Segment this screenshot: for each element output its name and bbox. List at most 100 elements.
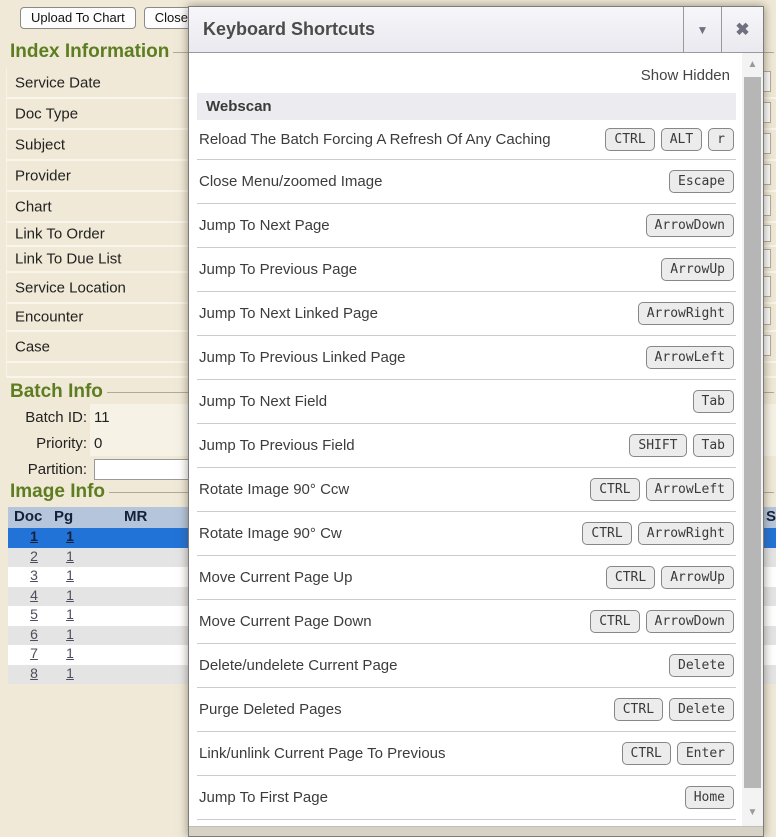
upload-to-chart-button[interactable]: Upload To Chart	[20, 7, 136, 29]
keyboard-shortcuts-dialog: Keyboard Shortcuts ▼ ✖ Show Hidden Websc…	[188, 6, 764, 837]
doc-link[interactable]: 6	[16, 626, 52, 642]
image-info-title: Image Info	[10, 481, 105, 503]
page-link[interactable]: 1	[52, 567, 88, 583]
key-badge: ArrowUp	[661, 566, 734, 589]
shortcut-keys: Home	[685, 786, 734, 809]
key-badge: Enter	[677, 742, 734, 765]
shortcut-label: Reload The Batch Forcing A Refresh Of An…	[199, 130, 551, 149]
shortcut-row: Move Current Page Up CTRL ArrowUp	[197, 556, 736, 600]
shortcut-row: Rotate Image 90° Cw CTRL ArrowRight	[197, 512, 736, 556]
shortcut-keys: CTRL ArrowDown	[590, 610, 734, 633]
scroll-down-icon[interactable]: ▼	[742, 807, 763, 818]
shortcut-keys: CTRL ALT r	[605, 128, 734, 151]
index-field-label: Encounter	[15, 309, 83, 326]
page-link[interactable]: 1	[52, 587, 88, 603]
column-header-s: S	[766, 508, 776, 525]
shortcut-row: Jump To Previous Page ArrowUp	[197, 248, 736, 292]
doc-link[interactable]: 8	[16, 665, 52, 681]
key-badge: Tab	[693, 434, 734, 457]
index-field-label: Chart	[15, 198, 52, 215]
doc-link[interactable]: 3	[16, 567, 52, 583]
shortcut-label: Jump To Next Page	[199, 216, 330, 235]
doc-link[interactable]: 2	[16, 548, 52, 564]
close-icon: ✖	[735, 20, 749, 40]
index-information-title: Index Information	[10, 41, 169, 63]
shortcut-keys: CTRL Enter	[622, 742, 734, 765]
doc-link[interactable]: 1	[16, 528, 52, 544]
screen: Upload To Chart Close ? Index Informatio…	[0, 0, 776, 837]
dialog-collapse-button[interactable]: ▼	[683, 7, 721, 52]
shortcut-row: Jump To Next Page ArrowDown	[197, 204, 736, 248]
index-field-label: Provider	[15, 167, 71, 184]
shortcut-label: Jump To Previous Page	[199, 260, 357, 279]
key-badge: CTRL	[590, 478, 639, 501]
key-badge: ALT	[661, 128, 702, 151]
dialog-scrollbar[interactable]: ▲ ▼	[742, 53, 763, 826]
shortcut-keys: ArrowRight	[638, 302, 734, 325]
section-header-webscan: Webscan	[197, 93, 736, 120]
scrollbar-thumb[interactable]	[744, 77, 761, 788]
key-badge: CTRL	[606, 566, 655, 589]
page-link[interactable]: 1	[52, 528, 88, 544]
dialog-content: Show Hidden Webscan Reload The Batch For…	[189, 53, 742, 826]
shortcut-label: Purge Deleted Pages	[199, 700, 342, 719]
shortcut-keys: ArrowDown	[646, 214, 734, 237]
dialog-titlebar[interactable]: Keyboard Shortcuts ▼ ✖	[189, 7, 763, 53]
doc-link[interactable]: 5	[16, 606, 52, 622]
dialog-close-button[interactable]: ✖	[721, 7, 763, 52]
shortcut-row: Reload The Batch Forcing A Refresh Of An…	[197, 120, 736, 160]
key-badge: ArrowDown	[646, 610, 734, 633]
shortcut-label: Link/unlink Current Page To Previous	[199, 744, 446, 763]
index-field-label: Link To Order	[15, 226, 105, 243]
dialog-body: Show Hidden Webscan Reload The Batch For…	[189, 53, 763, 826]
page-link[interactable]: 1	[52, 665, 88, 681]
page-link[interactable]: 1	[52, 645, 88, 661]
shortcut-list: Reload The Batch Forcing A Refresh Of An…	[197, 120, 736, 826]
shortcut-label: Move Current Page Down	[199, 612, 372, 631]
key-badge: ArrowLeft	[646, 346, 734, 369]
chevron-down-icon: ▼	[697, 23, 709, 37]
page-link[interactable]: 1	[52, 606, 88, 622]
shortcut-label: Jump To Next Field	[199, 392, 327, 411]
shortcut-label: Move Current Page Up	[199, 568, 352, 587]
shortcut-keys: ArrowUp	[661, 258, 734, 281]
key-badge: ArrowLeft	[646, 478, 734, 501]
key-badge: ArrowRight	[638, 522, 734, 545]
column-header-mr: MR	[124, 508, 147, 525]
key-badge: r	[708, 128, 734, 151]
shortcut-label: Jump To First Page	[199, 788, 328, 807]
index-field-label: Link To Due List	[15, 251, 121, 268]
shortcut-keys: SHIFT Tab	[629, 434, 734, 457]
shortcut-keys: CTRLDelete	[614, 698, 734, 721]
key-badge: CTRL	[605, 128, 654, 151]
shortcut-label: Jump To Next Linked Page	[199, 304, 378, 323]
shortcut-row: Rotate Image 90° Ccw CTRL ArrowLeft	[197, 468, 736, 512]
scroll-up-icon[interactable]: ▲	[742, 59, 763, 70]
shortcut-row: Jump To Next Linked Page ArrowRight	[197, 292, 736, 336]
batch-field-label: Priority:	[6, 435, 90, 452]
doc-link[interactable]: 4	[16, 587, 52, 603]
key-badge: CTRL	[622, 742, 671, 765]
shortcut-label: Delete/undelete Current Page	[199, 656, 397, 675]
shortcut-keys: CTRL ArrowUp	[606, 566, 734, 589]
shortcut-label: Rotate Image 90° Ccw	[199, 480, 349, 499]
key-badge: CTRL	[582, 522, 631, 545]
doc-link[interactable]: 7	[16, 645, 52, 661]
index-field-label: Service Date	[15, 74, 101, 91]
batch-field-label: Partition:	[6, 461, 90, 478]
key-badge: SHIFT	[629, 434, 686, 457]
show-hidden-link[interactable]: Show Hidden	[197, 61, 736, 93]
key-badge: ArrowUp	[661, 258, 734, 281]
page-link[interactable]: 1	[52, 626, 88, 642]
key-badge: CTRL	[590, 610, 639, 633]
shortcut-label: Rotate Image 90° Cw	[199, 524, 342, 543]
page-link[interactable]: 1	[52, 548, 88, 564]
key-badge: Escape	[669, 170, 734, 193]
shortcut-label: Jump To Previous Linked Page	[199, 348, 406, 367]
index-field-label: Service Location	[15, 279, 126, 296]
key-badge: ArrowDown	[646, 214, 734, 237]
shortcut-keys: CTRL ArrowLeft	[590, 478, 734, 501]
index-field-label: Doc Type	[15, 105, 78, 122]
key-badge: Delete	[669, 698, 734, 721]
shortcut-keys: Delete	[669, 654, 734, 677]
